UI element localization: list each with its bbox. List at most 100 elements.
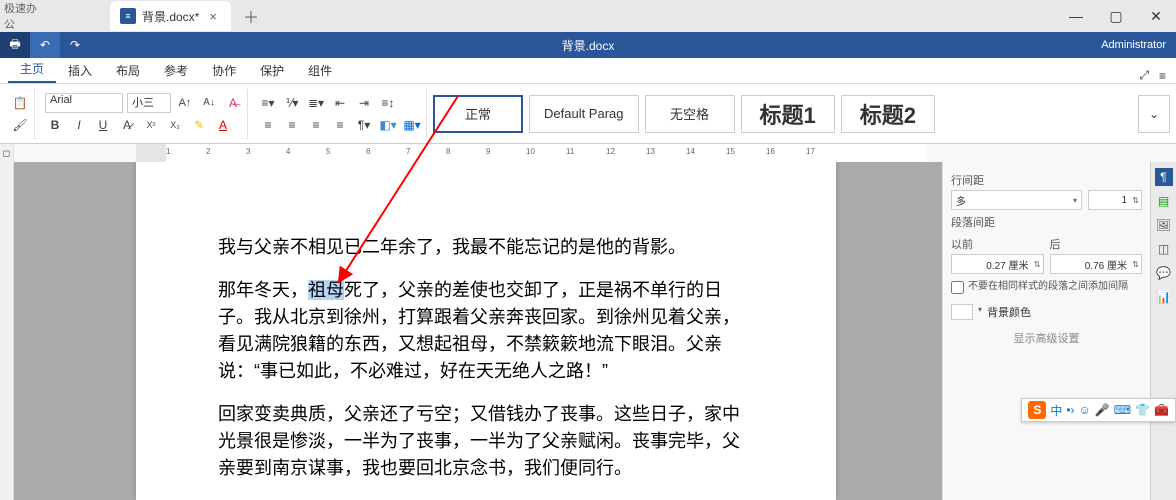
undo-button[interactable]: ↶: [30, 32, 60, 58]
ime-punct-icon[interactable]: •›: [1066, 403, 1074, 417]
style-heading1[interactable]: 标题1: [741, 95, 835, 133]
ribbon-paragraph: ≡▾ ⅟▾ ≣▾ ⇤ ⇥ ≡↕ ≡ ≡ ≡ ≡ ¶▾ ◧▾ ▦▾: [254, 89, 427, 139]
menu-home[interactable]: 主页: [8, 56, 56, 83]
ime-toolbox-icon[interactable]: 🧰: [1154, 403, 1169, 417]
table-panel-icon[interactable]: ▤: [1155, 192, 1173, 210]
doc-icon: [120, 8, 136, 24]
chart-panel-icon[interactable]: 📊: [1155, 288, 1173, 306]
close-window-button[interactable]: ✕: [1136, 2, 1176, 30]
superscript-button[interactable]: X²: [141, 115, 161, 135]
font-color-button[interactable]: A: [213, 115, 233, 135]
menu-component[interactable]: 组件: [296, 58, 344, 83]
menu-insert[interactable]: 插入: [56, 58, 104, 83]
space-after-label: 后: [1050, 236, 1143, 252]
ime-emoji-icon[interactable]: ☺: [1079, 403, 1091, 417]
align-left-button[interactable]: ≡: [258, 115, 278, 135]
document-page[interactable]: 我与父亲不相见已二年余了，我最不能忘记的是他的背影。 那年冬天，祖母死了，父亲的…: [136, 162, 836, 500]
image-panel-icon[interactable]: 🖼: [1155, 216, 1173, 234]
ribbon-font: Arial 小三 A↑ A↓ A̶ B I U A̷ X² X₂ ✎ A: [41, 89, 248, 139]
ime-keyboard-icon[interactable]: ⌨: [1114, 403, 1131, 417]
window-controls: — ▢ ✕: [1056, 2, 1176, 30]
paragraph-2[interactable]: 那年冬天，祖母死了，父亲的差使也交卸了，正是祸不单行的日子。我从北京到徐州，打算…: [218, 277, 754, 385]
font-size-select[interactable]: 小三: [127, 93, 171, 113]
ime-voice-icon[interactable]: 🎤: [1095, 403, 1110, 417]
tab-title: 背景.docx*: [142, 8, 199, 25]
horizontal-ruler[interactable]: ◻ 1234567891011121314151617: [0, 144, 1176, 162]
line-spacing-mode-select[interactable]: 多: [951, 190, 1082, 210]
minimize-button[interactable]: —: [1056, 2, 1096, 30]
italic-button[interactable]: I: [69, 115, 89, 135]
quick-access-bar: 🖶 ↶ ↷ 背景.docx Administrator: [0, 32, 1176, 58]
paragraph-panel-icon[interactable]: ¶: [1155, 168, 1173, 186]
menu-protect[interactable]: 保护: [248, 58, 296, 83]
restore-button[interactable]: ▢: [1096, 2, 1136, 30]
numbering-button[interactable]: ⅟▾: [282, 93, 302, 113]
space-after-input[interactable]: 0.76 厘米: [1050, 254, 1143, 274]
shrink-font-button[interactable]: A↓: [199, 93, 219, 113]
no-space-same-style-checkbox[interactable]: 不要在相同样式的段落之间添加间隔: [951, 280, 1142, 294]
vertical-ruler[interactable]: [0, 162, 14, 500]
paragraph-1[interactable]: 我与父亲不相见已二年余了，我最不能忘记的是他的背影。: [218, 234, 754, 261]
selected-text[interactable]: 祖母: [308, 280, 344, 300]
outdent-button[interactable]: ⇤: [330, 93, 350, 113]
bg-color-label: 背景颜色: [987, 304, 1031, 320]
ime-lang-button[interactable]: 中: [1050, 402, 1062, 419]
review-panel-icon[interactable]: 💬: [1155, 264, 1173, 282]
grow-font-button[interactable]: A↑: [175, 93, 195, 113]
highlight-button[interactable]: ✎: [189, 115, 209, 135]
paste-button[interactable]: 📋: [10, 93, 30, 113]
shading-button[interactable]: ◧▾: [378, 115, 398, 135]
doc-title: 背景.docx: [562, 37, 615, 54]
app-name: 极速办公: [0, 0, 40, 32]
shape-panel-icon[interactable]: ◫: [1155, 240, 1173, 258]
ribbon-clipboard: 📋 🖌: [6, 89, 35, 139]
user-name: Administrator: [1101, 39, 1176, 51]
space-before-label: 以前: [951, 236, 1044, 252]
main-area: 我与父亲不相见已二年余了，我最不能忘记的是他的背影。 那年冬天，祖母死了，父亲的…: [0, 162, 1176, 500]
strike-button[interactable]: A̷: [117, 115, 137, 135]
ruler-corner: ◻: [0, 144, 14, 162]
ime-skin-icon[interactable]: 👕: [1135, 403, 1150, 417]
underline-button[interactable]: U: [93, 115, 113, 135]
subscript-button[interactable]: X₂: [165, 115, 185, 135]
close-tab-button[interactable]: ×: [205, 9, 221, 24]
paragraph-3[interactable]: 回家变卖典质，父亲还了亏空；又借钱办了丧事。这些日子，家中光景很是惨淡，一半为了…: [218, 401, 754, 482]
ime-toolbar[interactable]: S 中 •› ☺ 🎤 ⌨ 👕 🧰: [1021, 398, 1176, 422]
bg-color-swatch[interactable]: [951, 304, 973, 320]
expand-ribbon-icon[interactable]: ⤢: [1139, 68, 1149, 83]
indent-button[interactable]: ⇥: [354, 93, 374, 113]
align-justify-button[interactable]: ≡: [330, 115, 350, 135]
line-spacing-button[interactable]: ≡↕: [378, 93, 398, 113]
borders-button[interactable]: ▦▾: [402, 115, 422, 135]
align-center-button[interactable]: ≡: [282, 115, 302, 135]
bold-button[interactable]: B: [45, 115, 65, 135]
menu-collab[interactable]: 协作: [200, 58, 248, 83]
menu-layout[interactable]: 布局: [104, 58, 152, 83]
align-right-button[interactable]: ≡: [306, 115, 326, 135]
line-spacing-value-input[interactable]: 1: [1088, 190, 1142, 210]
style-heading2[interactable]: 标题2: [841, 95, 935, 133]
ribbon: 📋 🖌 Arial 小三 A↑ A↓ A̶ B I U A̷ X² X₂ ✎ A…: [0, 84, 1176, 144]
show-marks-button[interactable]: ¶▾: [354, 115, 374, 135]
advanced-settings-link[interactable]: 显示高级设置: [951, 330, 1142, 346]
sogou-logo-icon[interactable]: S: [1028, 401, 1046, 419]
format-painter-button[interactable]: 🖌: [10, 115, 30, 135]
style-default[interactable]: Default Parag: [529, 95, 639, 133]
style-nospacing[interactable]: 无空格: [645, 95, 735, 133]
style-normal[interactable]: 正常: [433, 95, 523, 133]
ribbon-menu-icon[interactable]: ≡: [1159, 69, 1166, 83]
save-button[interactable]: 🖶: [0, 32, 30, 58]
style-more-button[interactable]: ⌄: [1138, 95, 1170, 133]
menu-reference[interactable]: 参考: [152, 58, 200, 83]
paragraph-panel: 行间距 多 1 段落间距 以前 0.27 厘米 后 0.76 厘米 不要在相同样…: [942, 162, 1150, 500]
new-tab-button[interactable]: ＋: [231, 4, 271, 28]
title-bar: 极速办公 背景.docx* × ＋ — ▢ ✕: [0, 0, 1176, 32]
redo-button[interactable]: ↷: [60, 32, 90, 58]
checkbox-input[interactable]: [951, 281, 964, 294]
clear-format-button[interactable]: A̶: [223, 93, 243, 113]
bullets-button[interactable]: ≡▾: [258, 93, 278, 113]
font-name-select[interactable]: Arial: [45, 93, 123, 113]
multilevel-button[interactable]: ≣▾: [306, 93, 326, 113]
space-before-input[interactable]: 0.27 厘米: [951, 254, 1044, 274]
document-tab[interactable]: 背景.docx* ×: [110, 1, 231, 31]
